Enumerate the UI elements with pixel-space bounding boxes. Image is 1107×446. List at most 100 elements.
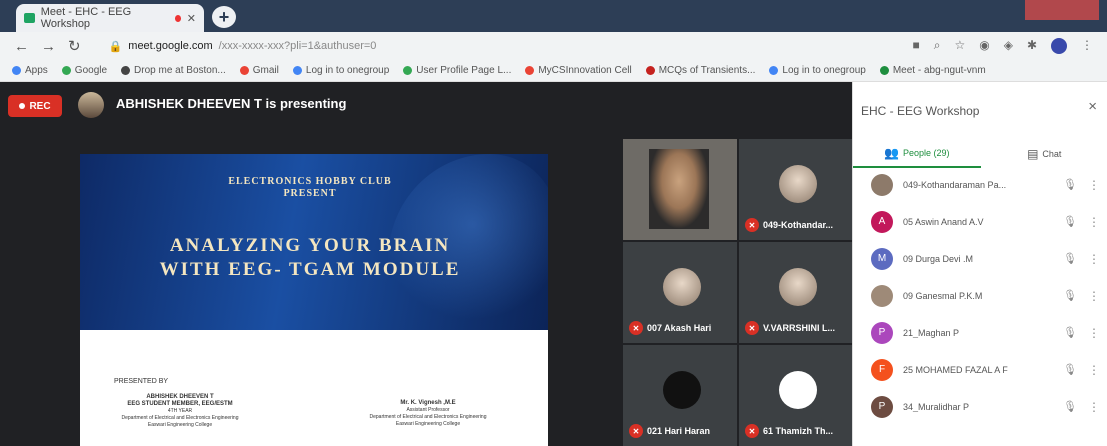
participant-row[interactable]: M 09 Durga Devi .M 🎙 ⋮ <box>853 240 1107 277</box>
mic-off-icon: 🎙 <box>1063 179 1077 191</box>
nav-buttons: ← → ↻ <box>14 37 93 55</box>
presenter-1-block: ABHISHEK DHEEVEN T EEG STUDENT MEMBER, E… <box>110 394 250 429</box>
presenter-1-dept: Department of Electrical and Electronics… <box>121 415 239 421</box>
participant-name: 007 Akash Hari <box>647 323 712 333</box>
extension-icon[interactable]: ◉ <box>979 38 989 54</box>
participant-name: V.VARRSHINI L... <box>763 323 836 333</box>
mic-off-icon: 🎙 <box>1063 253 1077 265</box>
participant-label: ✕ 007 Akash Hari <box>629 321 711 335</box>
more-options-icon[interactable]: ⋮ <box>1088 252 1100 266</box>
participant-name: 021 Hari Haran <box>647 426 711 436</box>
bookmark-item[interactable]: Drop me at Boston... <box>121 65 226 76</box>
participant-row[interactable]: P 21_Maghan P 🎙 ⋮ <box>853 314 1107 351</box>
bookmark-item[interactable]: Google <box>61 65 107 76</box>
menu-dots-icon[interactable]: ⋮ <box>1081 38 1093 54</box>
participant-avatar <box>779 371 817 409</box>
more-options-icon[interactable]: ⋮ <box>1088 289 1100 303</box>
participant-row[interactable]: 09 Ganesmal P.K.M 🎙 ⋮ <box>853 277 1107 314</box>
chat-icon: ▤ <box>1027 147 1039 161</box>
presenter-2-block: Mr. K. Vignesh ,M.E Assistant Professor … <box>348 400 508 428</box>
participant-avatar: M <box>871 247 893 270</box>
tab-close-icon[interactable]: ✕ <box>187 12 196 25</box>
participant-row[interactable]: 049-Kothandaraman Pa... 🎙 ⋮ <box>853 166 1107 203</box>
participant-avatar <box>663 268 701 306</box>
participant-name: 25 MOHAMED FAZAL A F <box>903 364 1008 375</box>
more-options-icon[interactable]: ⋮ <box>1088 178 1100 192</box>
mic-off-icon: ✕ <box>629 321 643 335</box>
mic-off-icon: 🎙 <box>1063 364 1077 376</box>
mic-off-icon: ✕ <box>745 321 759 335</box>
people-panel: EHC - EEG Workshop × 👥 People (29) ▤ Chat … <box>852 82 1107 446</box>
back-arrow-icon[interactable]: ← <box>14 38 29 55</box>
tab-chat[interactable]: ▤ Chat <box>981 140 1107 168</box>
participant-tile-self[interactable] <box>623 139 737 240</box>
bookmark-item[interactable]: User Profile Page L... <box>403 65 511 76</box>
recording-badge: REC <box>8 95 62 117</box>
tab-people[interactable]: 👥 People (29) <box>853 140 981 168</box>
bookmarks-bar: Apps Google Drop me at Boston... Gmail Log i… <box>0 60 1107 82</box>
bookmark-item[interactable]: Meet - abg-ngut-vnm <box>879 65 986 76</box>
bookmark-label: Apps <box>25 65 48 76</box>
participant-tile[interactable]: ✕ V.VARRSHINI L... <box>739 242 853 343</box>
bookmark-item[interactable]: Apps <box>12 65 48 76</box>
presented-by-label: PRESENTED BY <box>114 378 169 385</box>
new-tab-button[interactable]: + <box>212 6 236 28</box>
presenter-avatar <box>78 92 104 118</box>
mic-off-icon: ✕ <box>745 218 759 232</box>
participant-tile[interactable]: ✕ 021 Hari Haran <box>623 345 737 446</box>
participant-row[interactable]: F 25 MOHAMED FAZAL A F 🎙 ⋮ <box>853 351 1107 388</box>
browser-tab-meet[interactable]: Meet - EHC - EEG Workshop ✕ <box>16 4 204 32</box>
presenter-2-college: Easwari Engineering College <box>395 421 461 427</box>
bookmark-label: MCQs of Transients... <box>658 65 756 76</box>
presenter-2-name: Mr. K. Vignesh ,M.E <box>400 400 456 406</box>
bookmark-item[interactable]: MCQs of Transients... <box>645 65 756 76</box>
bookmark-label: Log in to onegroup <box>782 65 866 76</box>
participant-label: ✕ 049-Kothandar... <box>745 218 833 232</box>
star-icon[interactable]: ☆ <box>954 38 965 54</box>
more-options-icon[interactable]: ⋮ <box>1088 400 1100 414</box>
more-options-icon[interactable]: ⋮ <box>1088 326 1100 340</box>
bookmark-icon <box>121 66 131 75</box>
extension-icon-2[interactable]: ◈ <box>1004 38 1013 54</box>
participant-tile[interactable]: ✕ 61 Thamizh Th... <box>739 345 853 446</box>
reload-icon[interactable]: ↻ <box>68 38 81 55</box>
recording-dot-icon <box>174 14 181 22</box>
address-bar[interactable]: 🔒 meet.google.com/xxx-xxxx-xxx?pli=1&aut… <box>109 40 897 53</box>
window-controls[interactable] <box>1025 0 1099 20</box>
bookmark-label: Gmail <box>252 65 279 76</box>
participant-tile[interactable]: ✕ 049-Kothandar... <box>739 139 853 240</box>
participant-name: 61 Thamizh Th... <box>763 426 834 436</box>
participant-tiles: ✕ 049-Kothandar... ✕ 007 Akash Hari ✕ V.VAR… <box>623 139 853 446</box>
club-name: ELECTRONICS HOBBY CLUB PRESENT <box>190 176 430 200</box>
club-line-2: PRESENT <box>283 188 337 199</box>
bookmark-item[interactable]: MyCSInnovation Cell <box>525 65 632 76</box>
bookmark-item[interactable]: Log in to onegroup <box>769 65 866 76</box>
bookmark-item[interactable]: Log in to onegroup <box>292 65 390 76</box>
bookmark-icon <box>239 66 249 75</box>
meet-stage: REC ABHISHEK DHEEVEN T is presenting ELE… <box>0 82 853 446</box>
bookmark-item[interactable]: Gmail <box>239 65 279 76</box>
close-panel-icon[interactable]: × <box>1088 98 1097 115</box>
forward-arrow-icon[interactable]: → <box>41 38 56 55</box>
bookmark-icon <box>292 66 302 75</box>
participant-row[interactable]: P 34_Muralidhar P 🎙 ⋮ <box>853 388 1107 425</box>
participant-row[interactable]: A 05 Aswin Anand A.V 🎙 ⋮ <box>853 203 1107 240</box>
participant-tile[interactable]: ✕ 007 Akash Hari <box>623 242 737 343</box>
participant-name: 21_Maghan P <box>903 327 960 338</box>
zoom-icon[interactable]: ⌕ <box>934 38 941 54</box>
presenter-2-role: Assistant Professor <box>406 407 450 413</box>
participant-name: 049-Kothandar... <box>763 220 834 230</box>
bookmark-icon <box>645 66 655 75</box>
camera-icon[interactable]: ■ <box>912 38 919 54</box>
profile-avatar[interactable] <box>1051 38 1067 54</box>
bookmark-label: User Profile Page L... <box>416 65 512 76</box>
more-options-icon[interactable]: ⋮ <box>1088 215 1100 229</box>
more-options-icon[interactable]: ⋮ <box>1088 363 1100 377</box>
participant-avatar <box>663 371 701 409</box>
puzzle-icon[interactable]: ✱ <box>1027 38 1037 54</box>
people-tab-label: People (29) <box>902 148 950 158</box>
bookmark-label: Log in to onegroup <box>305 65 390 76</box>
presenter-1-role: EEG STUDENT MEMBER, EEG/ESTM <box>127 401 233 407</box>
bookmark-icon <box>12 66 21 75</box>
slide-header: ELECTRONICS HOBBY CLUB PRESENT ANALYZING… <box>80 154 548 330</box>
